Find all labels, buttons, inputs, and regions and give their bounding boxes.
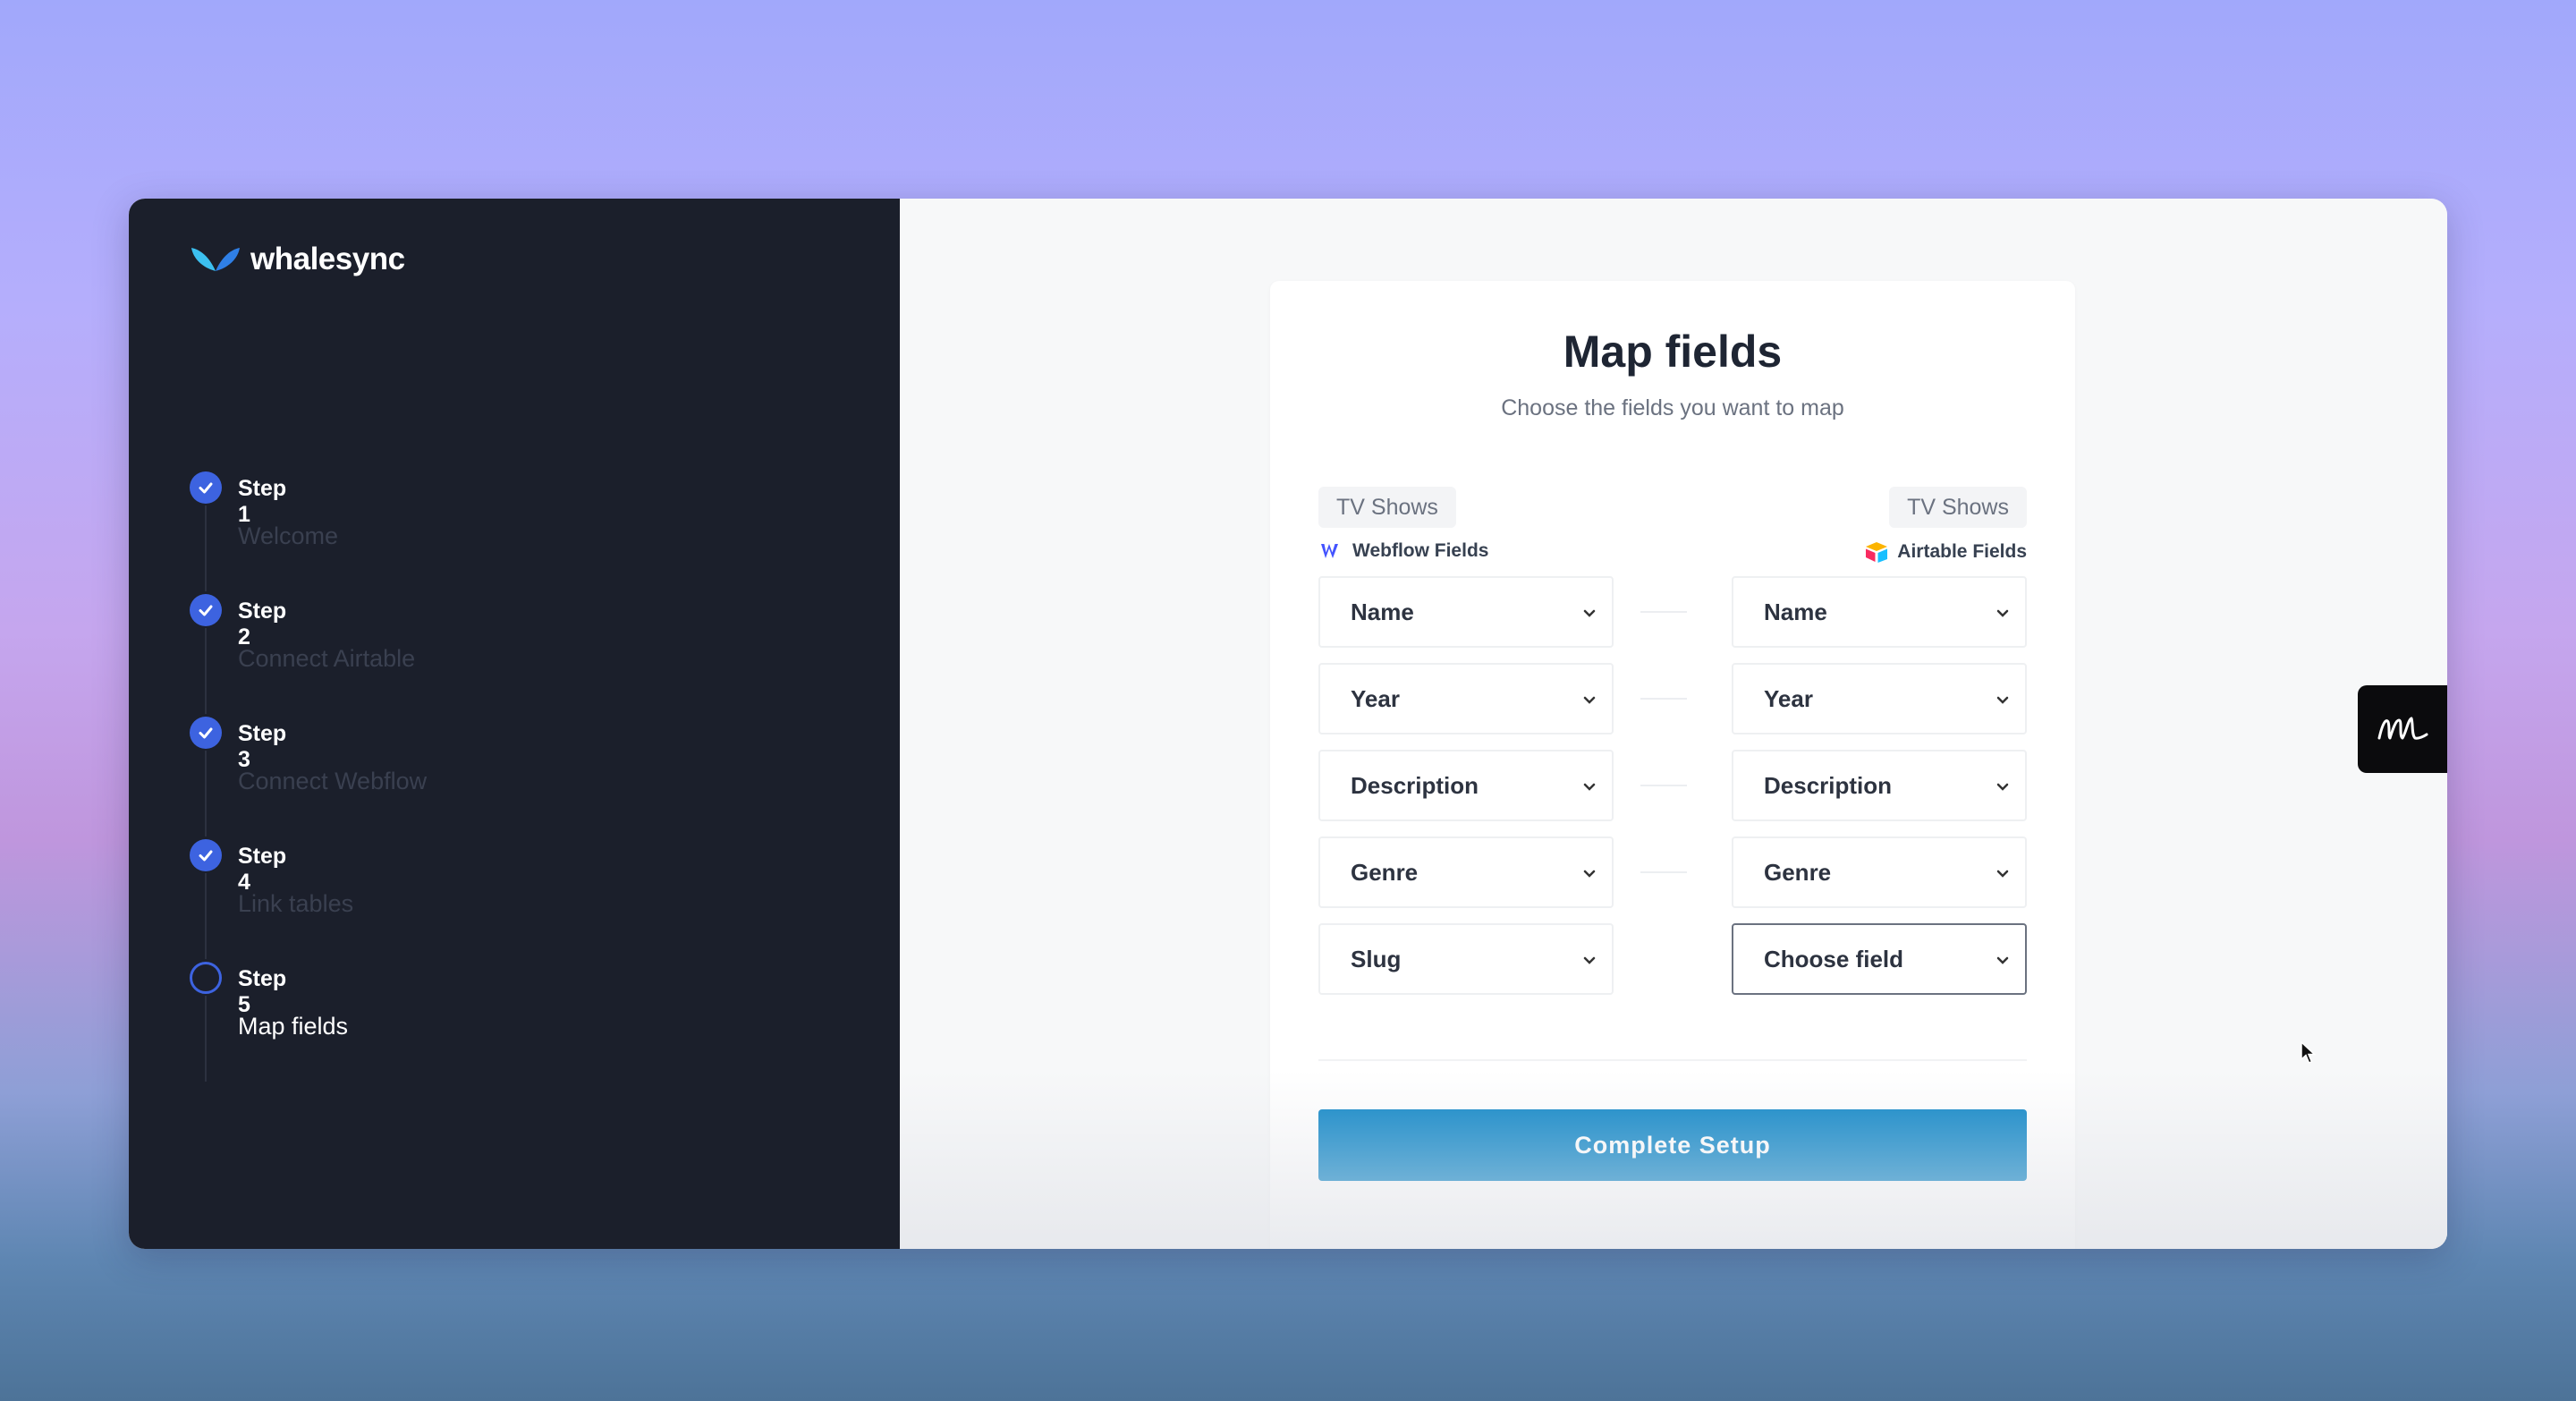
select-value: Choose field <box>1764 945 1904 972</box>
logo[interactable]: whalesync <box>190 242 405 277</box>
step-connector <box>205 628 207 714</box>
check-circle-icon <box>190 839 222 871</box>
chevron-down-icon <box>1996 956 2009 964</box>
webflow-field-select[interactable]: Slug <box>1318 923 1614 995</box>
airtable-fields-text: Airtable Fields <box>1897 541 2027 562</box>
webflow-field-select[interactable]: Genre <box>1318 836 1614 908</box>
airtable-logo-icon <box>1866 542 1888 563</box>
logo-text: whalesync <box>250 242 405 276</box>
select-value: Year <box>1764 684 1813 712</box>
circle-outline-icon <box>190 962 222 994</box>
divider <box>1318 1059 2027 1061</box>
step-title: Step 3 <box>238 721 287 772</box>
select-value: Name <box>1764 598 1827 625</box>
right-table-chip: TV Shows <box>1889 487 2027 528</box>
arrow-connector <box>1640 871 1687 873</box>
chevron-down-icon <box>1996 870 2009 878</box>
step-subtitle: Connect Airtable <box>238 645 416 672</box>
whale-tail-icon <box>191 248 240 271</box>
select-value: Description <box>1764 771 1893 799</box>
step-connector <box>205 996 207 1082</box>
check-circle-icon <box>190 594 222 626</box>
step-subtitle: Connect Webflow <box>238 768 428 794</box>
step-connector <box>205 873 207 959</box>
arrow-connector <box>1640 785 1687 786</box>
webflow-fields-text: Webflow Fields <box>1352 540 1489 561</box>
step-subtitle: Map fields <box>238 1013 349 1040</box>
step-title: Step 1 <box>238 476 287 527</box>
chevron-down-icon <box>1583 696 1596 704</box>
step-title: Step 4 <box>238 844 287 895</box>
arrow-connector <box>1640 611 1687 613</box>
arrow-connector <box>1640 698 1687 700</box>
webflow-logo-icon <box>1321 544 1338 558</box>
step-connector <box>205 505 207 591</box>
airtable-field-select[interactable]: Description <box>1732 750 2027 821</box>
chevron-down-icon <box>1583 956 1596 964</box>
webflow-field-select[interactable]: Name <box>1318 576 1614 648</box>
step-connector <box>205 751 207 836</box>
chevron-down-icon <box>1996 783 2009 791</box>
step-subtitle: Welcome <box>238 522 339 549</box>
check-circle-icon <box>190 717 222 749</box>
airtable-field-select[interactable]: Genre <box>1732 836 2027 908</box>
select-value: Name <box>1351 598 1414 625</box>
sidebar: whalesync Step 1 Welcome Step 2 Connect … <box>129 199 900 1249</box>
select-value: Genre <box>1764 858 1832 886</box>
left-table-chip: TV Shows <box>1318 487 1456 528</box>
chevron-down-icon <box>1996 609 2009 617</box>
map-fields-card: Map fields Choose the fields you want to… <box>1270 281 2317 1249</box>
check-circle-icon <box>190 471 222 504</box>
mouse-pointer-icon <box>2301 1041 2317 1064</box>
airtable-field-select[interactable]: Year <box>1732 663 2027 734</box>
page-title: Map fields <box>1563 327 1783 377</box>
chevron-down-icon <box>1996 696 2009 704</box>
step-title: Step 2 <box>238 599 287 650</box>
signature-logo-icon[interactable] <box>2358 685 2447 773</box>
airtable-fields-label: Airtable Fields <box>1863 540 2027 564</box>
webflow-field-select[interactable]: Description <box>1318 750 1614 821</box>
app-window: whalesync Step 1 Welcome Step 2 Connect … <box>129 199 2447 1249</box>
chevron-down-icon <box>1583 609 1596 617</box>
select-value: Slug <box>1351 945 1402 972</box>
webflow-field-select[interactable]: Year <box>1318 663 1614 734</box>
select-value: Description <box>1351 771 1479 799</box>
airtable-field-select[interactable]: Name <box>1732 576 2027 648</box>
complete-setup-button[interactable]: Complete Setup <box>1318 1109 2027 1181</box>
page-subtitle: Choose the fields you want to map <box>1501 395 1844 420</box>
step-title: Step 5 <box>238 966 287 1017</box>
select-value: Genre <box>1351 858 1419 886</box>
main-panel: Map fields Choose the fields you want to… <box>900 199 2447 1249</box>
airtable-field-select[interactable]: Choose field <box>1732 923 2027 995</box>
webflow-fields-label: Webflow Fields <box>1320 540 1488 562</box>
select-value: Year <box>1351 684 1400 712</box>
chevron-down-icon <box>1583 870 1596 878</box>
chevron-down-icon <box>1583 783 1596 791</box>
step-subtitle: Link tables <box>238 890 354 917</box>
